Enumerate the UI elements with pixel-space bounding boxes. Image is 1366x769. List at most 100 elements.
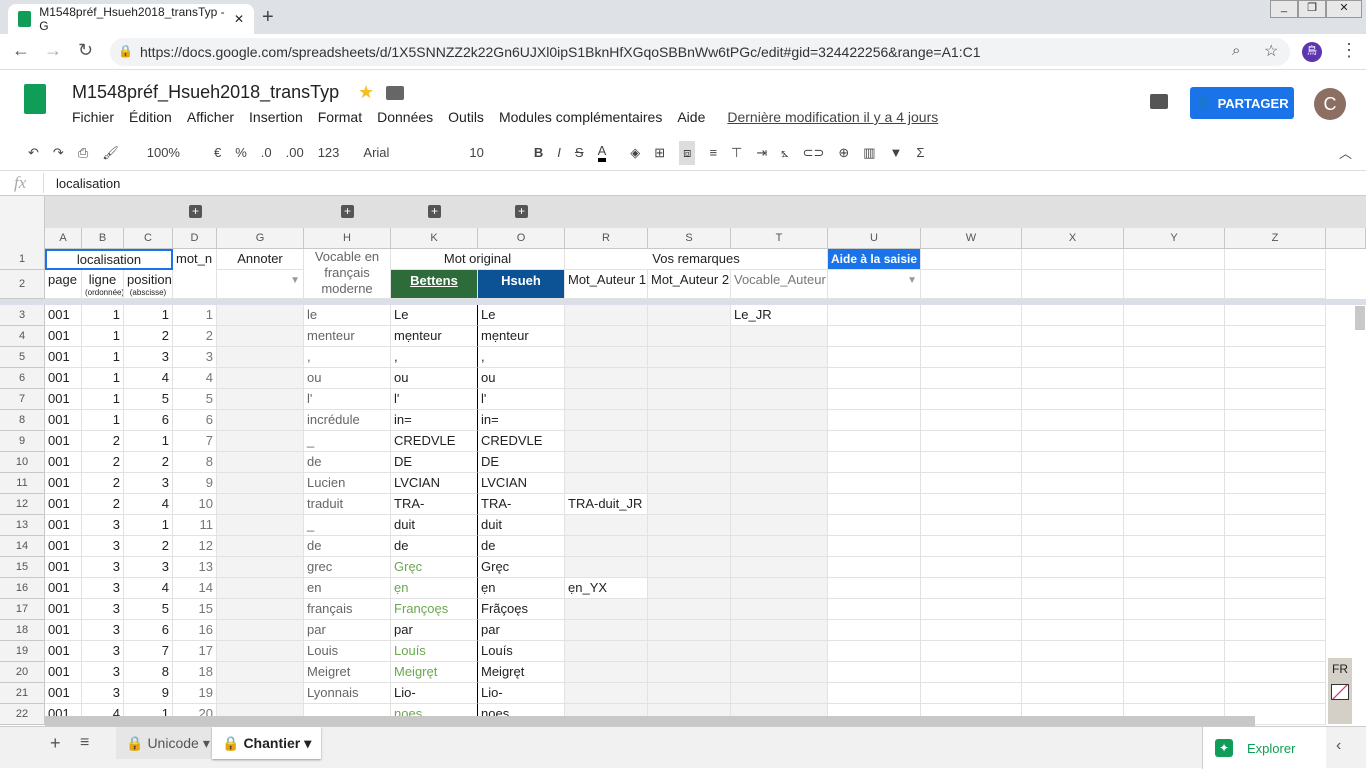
cell-mot-auteur-2[interactable]: [648, 473, 731, 494]
cell-hsueh[interactable]: CREDVLE: [478, 431, 565, 452]
row-header-18[interactable]: 18: [0, 620, 45, 641]
empty-cell[interactable]: [921, 270, 1022, 299]
cell-vocable[interactable]: en: [304, 578, 391, 599]
cell-hsueh[interactable]: ẹn: [478, 578, 565, 599]
cell-ligne[interactable]: 3: [82, 662, 124, 683]
cell-mot-n[interactable]: 17: [173, 641, 217, 662]
empty-cell[interactable]: [1225, 536, 1326, 557]
cell-annoter[interactable]: [217, 557, 304, 578]
cell-page[interactable]: 001: [45, 641, 82, 662]
cell-mot-auteur-1[interactable]: [565, 536, 648, 557]
cell-bettens[interactable]: ẹn: [391, 578, 478, 599]
cell-position[interactable]: 1: [124, 515, 173, 536]
cell-vocable-auteur[interactable]: [731, 578, 828, 599]
row-header-11[interactable]: 11: [0, 473, 45, 494]
header-hsueh[interactable]: Hsueh: [478, 270, 565, 299]
all-sheets-icon[interactable]: ≡: [80, 734, 89, 752]
empty-cell[interactable]: [828, 305, 921, 326]
empty-cell[interactable]: [1124, 389, 1225, 410]
row-header-13[interactable]: 13: [0, 515, 45, 536]
empty-cell[interactable]: [828, 410, 921, 431]
cell-mot-n[interactable]: 3: [173, 347, 217, 368]
cell-mot-auteur-2[interactable]: [648, 599, 731, 620]
menu-edition[interactable]: Édition: [129, 109, 172, 125]
vertical-scrollbar[interactable]: [1355, 306, 1365, 330]
empty-cell[interactable]: [1022, 620, 1124, 641]
align-icon[interactable]: ≡: [709, 145, 717, 160]
cell-bettens[interactable]: DE: [391, 452, 478, 473]
empty-cell[interactable]: [1022, 536, 1124, 557]
merge-cells-icon[interactable]: ⧈: [679, 140, 696, 165]
cell-mot-n[interactable]: 16: [173, 620, 217, 641]
menu-icon[interactable]: ⋮: [1340, 40, 1358, 61]
cell-mot-n[interactable]: 9: [173, 473, 217, 494]
italic-button[interactable]: I: [557, 145, 561, 160]
empty-cell[interactable]: [921, 494, 1022, 515]
horizontal-scrollbar[interactable]: [45, 716, 1255, 726]
empty-cell[interactable]: [828, 683, 921, 704]
empty-cell[interactable]: [1022, 249, 1124, 270]
row-header-12[interactable]: 12: [0, 494, 45, 515]
cell-mot-auteur-2[interactable]: [648, 536, 731, 557]
empty-cell[interactable]: [1225, 620, 1326, 641]
empty-cell[interactable]: [1022, 410, 1124, 431]
text-color-button[interactable]: A: [597, 143, 607, 162]
cell-hsueh[interactable]: in=: [478, 410, 565, 431]
empty-cell[interactable]: [1022, 599, 1124, 620]
empty-cell[interactable]: [1225, 270, 1326, 299]
cell-mot-auteur-2[interactable]: [648, 557, 731, 578]
cell-ligne[interactable]: 2: [82, 473, 124, 494]
cell-annoter[interactable]: [217, 410, 304, 431]
row-header-17[interactable]: 17: [0, 599, 45, 620]
cell-vocable-auteur[interactable]: [731, 452, 828, 473]
cell-mot-n[interactable]: 10: [173, 494, 217, 515]
cell-page[interactable]: 001: [45, 305, 82, 326]
url-input[interactable]: https://docs.google.com/spreadsheets/d/1…: [110, 38, 1290, 66]
fill-color-icon[interactable]: ◈: [630, 145, 640, 161]
empty-cell[interactable]: [1124, 431, 1225, 452]
ime-language[interactable]: FR: [1328, 658, 1352, 676]
cell-position[interactable]: 5: [124, 389, 173, 410]
header-aide[interactable]: Aide à la saisie: [828, 249, 921, 270]
cell-mot-auteur-1[interactable]: [565, 599, 648, 620]
paint-format-icon[interactable]: 🖌: [102, 145, 119, 161]
cell-page[interactable]: 001: [45, 557, 82, 578]
cell-mot-auteur-2[interactable]: [648, 641, 731, 662]
close-tab-icon[interactable]: ✕: [234, 12, 244, 26]
empty-cell[interactable]: [828, 536, 921, 557]
empty-cell[interactable]: [828, 494, 921, 515]
explorer-button[interactable]: ✦ Explorer: [1202, 727, 1326, 769]
cell-vocable[interactable]: de: [304, 452, 391, 473]
cell-mot-auteur-2[interactable]: [648, 305, 731, 326]
ime-pad-icon[interactable]: [1331, 684, 1349, 700]
empty-cell[interactable]: [828, 515, 921, 536]
empty-cell[interactable]: [1124, 473, 1225, 494]
column-header-R[interactable]: R: [565, 228, 648, 249]
cell-bettens[interactable]: Louís: [391, 641, 478, 662]
cell-annoter[interactable]: [217, 494, 304, 515]
cell-vocable-auteur[interactable]: [731, 557, 828, 578]
cell-mot-auteur-1[interactable]: [565, 389, 648, 410]
cell-mot-auteur-2[interactable]: [648, 620, 731, 641]
side-panel-toggle-icon[interactable]: ‹: [1336, 737, 1341, 755]
cell-annoter[interactable]: [217, 452, 304, 473]
row-header-9[interactable]: 9: [0, 431, 45, 452]
cell-mot-auteur-2[interactable]: [648, 578, 731, 599]
empty-cell[interactable]: [828, 368, 921, 389]
cell-hsueh[interactable]: DE: [478, 452, 565, 473]
cell-vocable[interactable]: ou: [304, 368, 391, 389]
cell-hsueh[interactable]: de: [478, 536, 565, 557]
cell-annoter[interactable]: [217, 431, 304, 452]
cell-annoter[interactable]: [217, 347, 304, 368]
cell-vocable[interactable]: français: [304, 599, 391, 620]
menu-fichier[interactable]: Fichier: [72, 109, 114, 125]
column-header-K[interactable]: K: [391, 228, 478, 249]
cell-vocable[interactable]: Louis: [304, 641, 391, 662]
cell-mot-auteur-2[interactable]: [648, 662, 731, 683]
empty-cell[interactable]: [828, 389, 921, 410]
column-header-Z[interactable]: Z: [1225, 228, 1326, 249]
cell-ligne[interactable]: 3: [82, 683, 124, 704]
profile-avatar[interactable]: 鳥: [1302, 42, 1322, 62]
cell-hsueh[interactable]: ou: [478, 368, 565, 389]
zoom-icon[interactable]: ⌕: [1232, 42, 1240, 59]
